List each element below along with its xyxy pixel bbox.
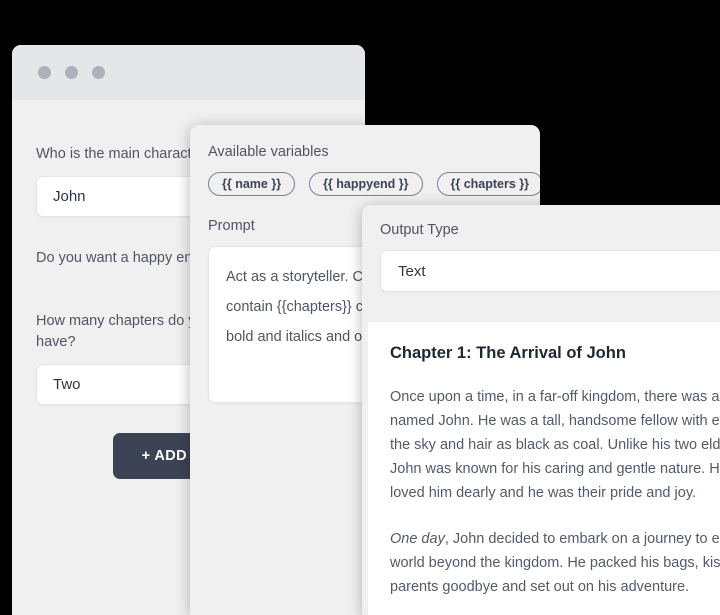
story-output-sheet: Chapter 1: The Arrival of John Once upon…	[368, 322, 720, 615]
variable-pill-name[interactable]: {{ name }}	[208, 172, 296, 196]
story-paragraph-2: One day, John decided to embark on a jou…	[390, 527, 720, 599]
story-line: the sky and hair as black as coal. Unlik…	[390, 437, 720, 453]
story-line: Once upon a time, in a far-off kingdom, …	[390, 389, 720, 405]
story-paragraph-1: Once upon a time, in a far-off kingdom, …	[390, 385, 720, 505]
output-type-section: Output Type Text	[362, 205, 720, 292]
output-preview-window: Output Type Text Chapter 1: The Arrival …	[362, 205, 720, 615]
window-titlebar	[12, 45, 365, 100]
story-line: named John. He was a tall, handsome fell…	[390, 413, 720, 429]
story-line: world beyond the kingdom. He packed his …	[390, 555, 720, 571]
variable-pill-happyend[interactable]: {{ happyend }}	[309, 172, 423, 196]
maximize-dot-icon[interactable]	[92, 66, 105, 79]
story-line-first: One day, John decided to embark on a jou…	[390, 527, 720, 551]
available-variables-list: {{ name }} {{ happyend }} {{ chapters }}	[208, 172, 540, 196]
story-italic-lead: One day	[390, 531, 445, 547]
available-variables-label: Available variables	[208, 144, 329, 160]
story-line-rest: , John decided to embark on a journey to…	[444, 531, 720, 547]
output-type-label: Output Type	[380, 222, 459, 238]
variable-pill-chapters[interactable]: {{ chapters }}	[436, 172, 540, 196]
story-line: loved him dearly and he was their pride …	[390, 485, 697, 501]
story-chapter-heading: Chapter 1: The Arrival of John	[390, 344, 626, 362]
output-type-select[interactable]: Text	[380, 250, 720, 292]
close-dot-icon[interactable]	[38, 66, 51, 79]
story-line: parents goodbye and set out on his adven…	[390, 579, 690, 595]
story-line: John was known for his caring and gentle…	[390, 461, 720, 477]
minimize-dot-icon[interactable]	[65, 66, 78, 79]
